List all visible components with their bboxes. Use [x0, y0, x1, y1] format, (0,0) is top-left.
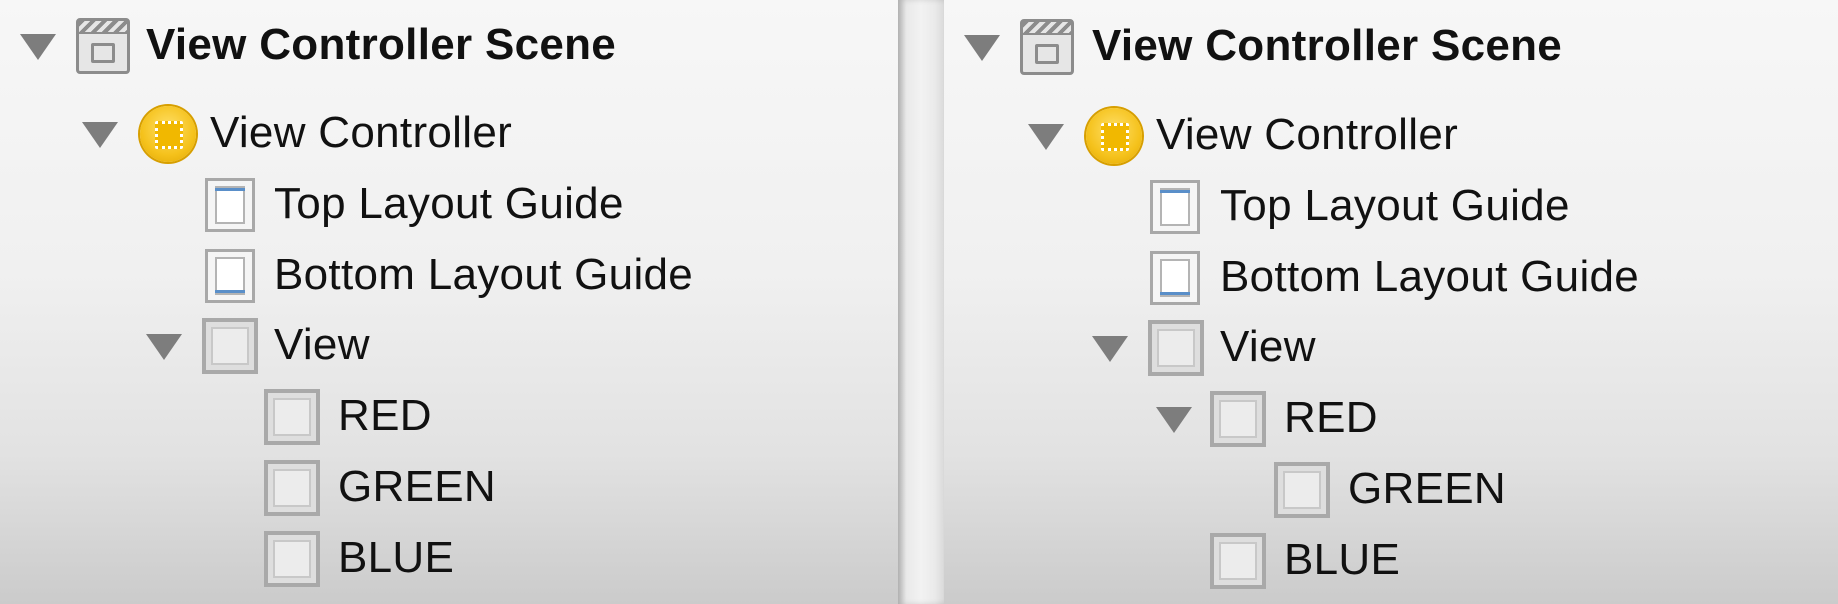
subview-label-green: GREEN — [1348, 464, 1506, 513]
view-icon — [264, 460, 320, 516]
view-label: View — [274, 320, 370, 369]
subview-label-red: RED — [1284, 393, 1378, 442]
disclosure-triangle-icon[interactable] — [146, 334, 182, 360]
outline-row-bottom-layout-guide[interactable]: Bottom Layout Guide — [944, 248, 1838, 308]
outline-row-red[interactable]: RED — [944, 389, 1838, 449]
outline-row-top-layout-guide[interactable]: Top Layout Guide — [944, 177, 1838, 237]
bottom-layout-guide-label: Bottom Layout Guide — [274, 250, 694, 299]
outline-row-view-controller[interactable]: View Controller — [0, 104, 898, 164]
view-icon — [264, 389, 320, 445]
view-controller-label: View Controller — [1156, 110, 1459, 159]
disclosure-triangle-icon[interactable] — [964, 35, 1000, 61]
storyboard-scene-icon — [1020, 19, 1074, 75]
subview-label-blue: BLUE — [338, 533, 455, 582]
view-controller-icon — [140, 106, 196, 162]
view-icon — [1148, 320, 1204, 376]
outline-row-scene[interactable]: View Controller Scene — [944, 17, 1838, 77]
outline-row-green[interactable]: GREEN — [0, 458, 898, 518]
outline-row-view[interactable]: View — [944, 318, 1838, 378]
top-layout-guide-label: Top Layout Guide — [1220, 181, 1570, 230]
disclosure-triangle-icon[interactable] — [1028, 124, 1064, 150]
panel-divider — [898, 0, 944, 604]
view-icon — [264, 531, 320, 587]
disclosure-triangle-icon[interactable] — [82, 122, 118, 148]
document-outline-left: View Controller Scene View Controller To… — [0, 0, 898, 604]
view-controller-icon — [1086, 108, 1142, 164]
bottom-layout-guide-icon — [205, 249, 255, 303]
document-outline-right: View Controller Scene View Controller To… — [944, 0, 1838, 604]
subview-label-blue: BLUE — [1284, 535, 1401, 584]
scene-label: View Controller Scene — [146, 20, 617, 69]
outline-row-view-controller[interactable]: View Controller — [944, 106, 1838, 166]
subview-label-red: RED — [338, 391, 432, 440]
view-label: View — [1220, 322, 1316, 371]
disclosure-triangle-icon[interactable] — [20, 34, 56, 60]
view-icon — [202, 318, 258, 374]
subview-label-green: GREEN — [338, 462, 496, 511]
outline-row-view[interactable]: View — [0, 316, 898, 376]
top-layout-guide-icon — [205, 178, 255, 232]
document-outline-comparison: View Controller Scene View Controller To… — [0, 0, 1838, 604]
bottom-layout-guide-icon — [1150, 251, 1200, 305]
disclosure-triangle-icon[interactable] — [1092, 336, 1128, 362]
outline-row-top-layout-guide[interactable]: Top Layout Guide — [0, 175, 898, 235]
scene-label: View Controller Scene — [1092, 21, 1563, 70]
bottom-layout-guide-label: Bottom Layout Guide — [1220, 252, 1640, 301]
outline-row-blue[interactable]: BLUE — [0, 529, 898, 589]
outline-row-red[interactable]: RED — [0, 387, 898, 447]
view-controller-label: View Controller — [210, 108, 513, 157]
disclosure-triangle-icon[interactable] — [1156, 407, 1192, 433]
view-icon — [1274, 462, 1330, 518]
outline-row-green[interactable]: GREEN — [944, 460, 1838, 520]
top-layout-guide-label: Top Layout Guide — [274, 179, 624, 228]
top-layout-guide-icon — [1150, 180, 1200, 234]
storyboard-scene-icon — [76, 18, 130, 74]
outline-row-blue[interactable]: BLUE — [944, 531, 1838, 591]
outline-row-scene[interactable]: View Controller Scene — [0, 16, 898, 76]
outline-row-bottom-layout-guide[interactable]: Bottom Layout Guide — [0, 246, 898, 306]
view-icon — [1210, 533, 1266, 589]
view-icon — [1210, 391, 1266, 447]
